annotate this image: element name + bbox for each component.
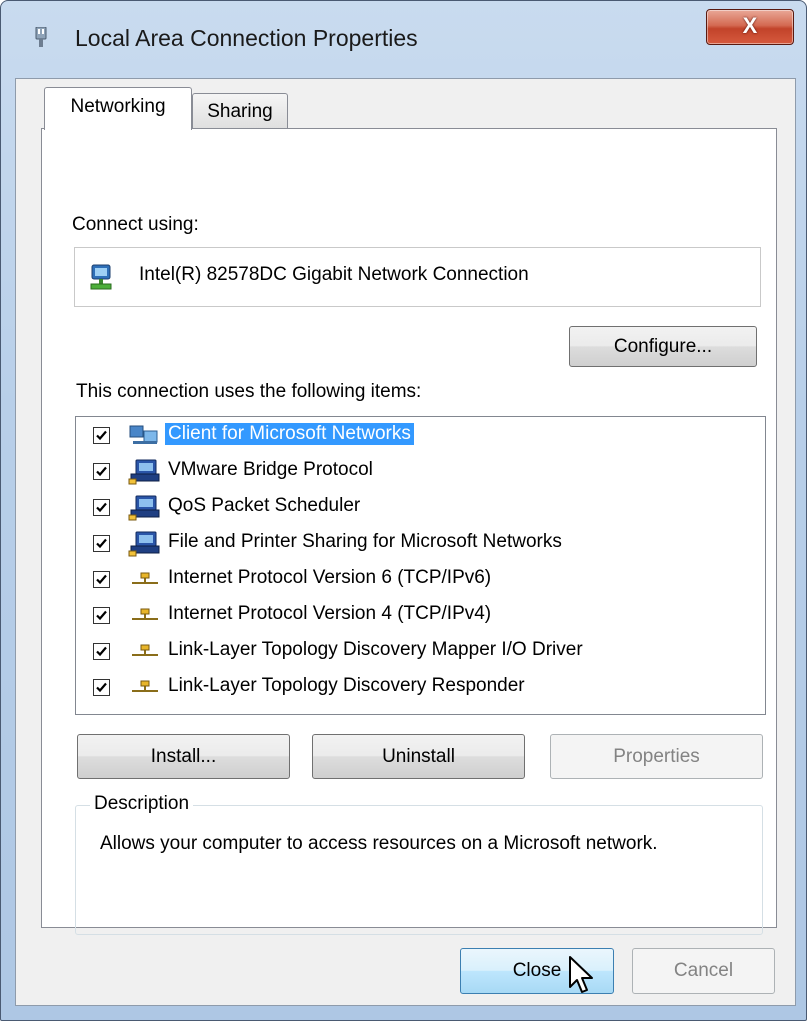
item-checkbox[interactable] [93, 643, 110, 660]
checkmark-icon [96, 538, 107, 549]
protocol-icon [132, 572, 158, 584]
protocol-icon [132, 608, 158, 620]
dialog-window: Local Area Connection Properties X Netwo… [0, 0, 807, 1021]
uninstall-button[interactable]: Uninstall [312, 734, 525, 779]
list-item[interactable]: VMware Bridge Protocol [76, 454, 765, 490]
list-item[interactable]: Link-Layer Topology Discovery Mapper I/O… [76, 634, 765, 670]
description-group: Description Allows your computer to acce… [75, 793, 763, 935]
item-label: Client for Microsoft Networks [165, 423, 414, 445]
computer-service-icon [128, 459, 160, 485]
cancel-button[interactable]: Cancel [632, 948, 775, 994]
item-checkbox[interactable] [93, 427, 110, 444]
title-bar[interactable]: Local Area Connection Properties X [1, 1, 806, 79]
tab-sharing[interactable]: Sharing [192, 93, 288, 130]
checkmark-icon [96, 574, 107, 585]
item-checkbox[interactable] [93, 463, 110, 480]
item-label: QoS Packet Scheduler [168, 495, 361, 516]
checkmark-icon [96, 646, 107, 657]
protocol-icon [132, 644, 158, 656]
computer-service-icon [128, 495, 160, 521]
item-label: Link-Layer Topology Discovery Mapper I/O… [168, 639, 583, 660]
checkmark-icon [96, 430, 107, 441]
install-button[interactable]: Install... [77, 734, 290, 779]
item-label: Link-Layer Topology Discovery Responder [168, 675, 525, 696]
configure-button[interactable]: Configure... [569, 326, 757, 367]
item-checkbox[interactable] [93, 499, 110, 516]
description-text: Allows your computer to access resources… [100, 833, 658, 854]
mouse-pointer-icon [569, 956, 593, 993]
item-checkbox[interactable] [93, 679, 110, 696]
item-label: File and Printer Sharing for Microsoft N… [168, 531, 562, 552]
item-label: Internet Protocol Version 4 (TCP/IPv4) [168, 603, 492, 624]
adapter-name: Intel(R) 82578DC Gigabit Network Connect… [139, 264, 529, 285]
list-item[interactable]: Client for Microsoft Networks [76, 418, 765, 454]
dialog-client-area: Networking Sharing Connect using: Intel(… [15, 78, 796, 1006]
item-checkbox[interactable] [93, 607, 110, 624]
protocol-icon [132, 680, 158, 692]
network-adapter-icon [90, 264, 112, 290]
network-client-icon [129, 425, 158, 444]
list-item[interactable]: File and Printer Sharing for Microsoft N… [76, 526, 765, 562]
adapter-field: Intel(R) 82578DC Gigabit Network Connect… [74, 247, 761, 307]
properties-button[interactable]: Properties [550, 734, 763, 779]
close-icon: X [742, 13, 758, 38]
networking-tab-panel: Connect using: Intel(R) 82578DC Gigabit … [41, 128, 777, 935]
item-checkbox[interactable] [93, 571, 110, 588]
list-item[interactable]: Link-Layer Topology Discovery Responder [76, 670, 765, 706]
connect-using-label: Connect using: [72, 214, 199, 235]
checkmark-icon [96, 466, 107, 477]
items-label: This connection uses the following items… [76, 381, 422, 402]
item-checkbox[interactable] [93, 535, 110, 552]
window-title: Local Area Connection Properties [75, 25, 418, 51]
checkmark-icon [96, 610, 107, 621]
list-item[interactable]: Internet Protocol Version 6 (TCP/IPv6) [76, 562, 765, 598]
items-list[interactable]: Client for Microsoft Networks VMware Bri… [75, 416, 766, 715]
list-item[interactable]: Internet Protocol Version 4 (TCP/IPv4) [76, 598, 765, 634]
network-plug-icon [35, 27, 47, 47]
item-label: VMware Bridge Protocol [168, 459, 373, 480]
list-item[interactable]: QoS Packet Scheduler [76, 490, 765, 526]
window-close-button[interactable]: X [706, 9, 794, 45]
tab-networking[interactable]: Networking [44, 87, 192, 130]
checkmark-icon [96, 502, 107, 513]
item-label: Internet Protocol Version 6 (TCP/IPv6) [168, 567, 492, 588]
description-legend: Description [90, 793, 194, 815]
checkmark-icon [96, 682, 107, 693]
computer-service-icon [128, 531, 160, 557]
